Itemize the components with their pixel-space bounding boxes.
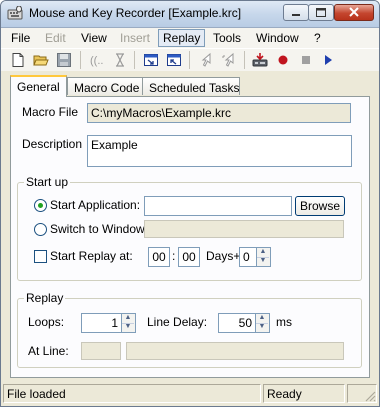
app-icon <box>7 6 23 20</box>
menu-view[interactable]: View <box>81 31 107 45</box>
description-label: Description <box>22 137 83 151</box>
save-icon[interactable] <box>56 52 72 68</box>
toolbar: ((.. <box>1 48 379 71</box>
days-label: Days+ <box>206 249 241 263</box>
stop-icon[interactable] <box>298 52 314 68</box>
toolbar-separator <box>244 51 245 69</box>
record-icon[interactable] <box>275 52 291 68</box>
general-panel: Macro File C:\myMacros\Example.krc Descr… <box>10 96 370 378</box>
start-application-field[interactable] <box>144 196 292 216</box>
spin-down-icon[interactable]: ▼ <box>256 323 268 332</box>
tab-scheduled-tasks[interactable]: Scheduled Tasks <box>142 77 240 95</box>
tab-general-label: General <box>17 80 60 94</box>
at-line-label: At Line: <box>28 344 69 358</box>
startup-group-title: Start up <box>24 175 71 189</box>
tab-scheduled-tasks-label: Scheduled Tasks <box>149 81 240 95</box>
svg-text:((..: ((.. <box>90 55 103 67</box>
status-extra-pane <box>347 384 377 403</box>
macro-file-field: C:\myMacros\Example.krc <box>87 103 351 123</box>
close-icon <box>349 7 359 17</box>
resize-grip-icon[interactable] <box>362 388 376 402</box>
start-replay-checkbox[interactable] <box>34 250 47 263</box>
replay-group-title: Replay <box>24 291 66 305</box>
switch-window-label: Switch to Window: <box>50 222 149 236</box>
start-minute-field[interactable]: 00 <box>178 247 200 267</box>
window-title: Mouse and Key Recorder [Example.krc] <box>29 6 242 20</box>
tab-macro-code[interactable]: Macro Code <box>67 77 145 95</box>
cursor-arrow-icon[interactable] <box>198 52 214 68</box>
startup-group: Start up Start Application: Browse Switc… <box>17 175 362 281</box>
tab-general[interactable]: General <box>10 75 67 97</box>
minimize-button[interactable] <box>283 4 309 21</box>
menu-insert[interactable]: Insert <box>120 31 150 45</box>
replay-machine-icon[interactable] <box>252 52 268 68</box>
status-ready: Ready <box>263 384 345 403</box>
export-window-icon[interactable] <box>166 52 182 68</box>
replay-group: Replay Loops: 1 ▲ ▼ Line Delay: 50 ▲ ▼ m… <box>17 291 362 368</box>
cursor-select-icon[interactable] <box>221 52 237 68</box>
loops-field[interactable]: 1 <box>81 313 122 333</box>
main-window: Mouse and Key Recorder [Example.krc] Fil… <box>0 0 380 407</box>
switch-window-field[interactable] <box>144 220 344 238</box>
menu-window[interactable]: Window <box>256 31 299 45</box>
start-application-label: Start Application: <box>50 198 141 212</box>
close-button[interactable] <box>334 4 374 21</box>
open-folder-icon[interactable] <box>33 52 49 68</box>
toolbar-separator <box>134 51 135 69</box>
line-delay-spinner[interactable]: ▲ ▼ <box>256 313 270 333</box>
browse-button[interactable]: Browse <box>295 196 345 216</box>
spin-down-icon[interactable]: ▼ <box>257 257 269 266</box>
minimize-icon <box>292 14 300 16</box>
toolbar-separator <box>189 51 190 69</box>
line-delay-unit: ms <box>276 315 292 329</box>
menu-file[interactable]: File <box>11 31 30 45</box>
line-delay-label: Line Delay: <box>147 315 208 329</box>
maximize-button[interactable] <box>308 4 334 21</box>
days-spinner[interactable]: ▲ ▼ <box>257 247 271 267</box>
time-separator: : <box>172 249 176 263</box>
macro-file-label: Macro File <box>22 105 79 119</box>
maximize-icon <box>316 8 326 17</box>
start-hour-field[interactable]: 00 <box>148 247 170 267</box>
menu-tools[interactable]: Tools <box>213 31 241 45</box>
description-field[interactable]: Example <box>87 135 352 167</box>
tab-macro-code-label: Macro Code <box>74 81 140 95</box>
play-icon[interactable] <box>320 52 336 68</box>
new-file-icon[interactable] <box>10 52 26 68</box>
days-field[interactable]: 0 <box>239 247 257 267</box>
status-message: File loaded <box>3 384 261 403</box>
toolbar-separator <box>80 51 81 69</box>
menu-edit[interactable]: Edit <box>45 31 66 45</box>
hourglass-icon[interactable] <box>112 52 128 68</box>
menu-replay[interactable]: Replay <box>158 29 206 47</box>
loops-label: Loops: <box>28 315 65 329</box>
menu-bar: File Edit View Insert Replay Tools Windo… <box>1 28 379 48</box>
menu-help[interactable]: ? <box>314 31 321 45</box>
at-line-text-field <box>126 342 344 360</box>
start-application-radio[interactable] <box>34 199 47 212</box>
start-replay-label: Start Replay at: <box>50 249 133 263</box>
at-line-field <box>81 342 121 360</box>
spin-down-icon[interactable]: ▼ <box>122 323 134 332</box>
status-bar: File loaded Ready <box>1 382 379 406</box>
delay-marker-icon[interactable]: ((.. <box>89 52 105 68</box>
import-window-icon[interactable] <box>143 52 159 68</box>
radio-selected-dot <box>38 203 43 208</box>
line-delay-field[interactable]: 50 <box>218 313 256 333</box>
loops-spinner[interactable]: ▲ ▼ <box>122 313 136 333</box>
switch-window-radio[interactable] <box>34 223 47 236</box>
title-bar[interactable]: Mouse and Key Recorder [Example.krc] <box>1 1 379 28</box>
